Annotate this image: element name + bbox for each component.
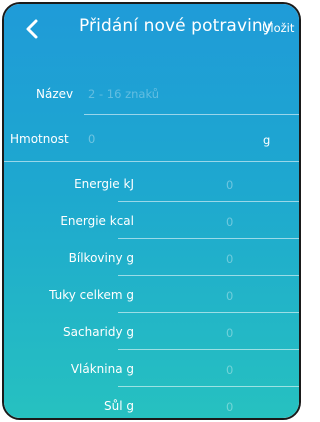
nutrient-input[interactable]: 0 (226, 363, 233, 377)
nutrient-label: Vláknina g (70, 362, 134, 376)
name-label: Název (36, 87, 74, 101)
add-food-screen: Přidání nové potraviny Uložit Název 2 - … (4, 4, 299, 418)
chevron-left-icon (26, 19, 38, 39)
nutrient-label: Tuky celkem g (49, 288, 134, 302)
name-underline (84, 114, 299, 115)
nutrient-input[interactable]: 0 (226, 400, 233, 414)
nutrient-label: Bílkoviny g (68, 251, 134, 265)
header: Přidání nové potraviny Uložit (4, 4, 299, 52)
nutrient-underline (118, 349, 299, 350)
nutrient-underline (118, 201, 299, 202)
nutrient-underline (118, 238, 299, 239)
nutrient-input[interactable]: 0 (226, 252, 233, 266)
nutrient-label: Sůl g (104, 399, 134, 413)
page-title: Přidání nové potraviny (79, 16, 273, 36)
nutrient-label: Energie kcal (60, 214, 134, 228)
phone-frame: Přidání nové potraviny Uložit Název 2 - … (2, 2, 301, 420)
weight-label: Hmotnost (10, 132, 69, 146)
weight-input[interactable]: 0 (88, 132, 95, 146)
weight-unit: g (263, 133, 271, 147)
back-button[interactable] (22, 18, 44, 40)
nutrient-underline (118, 386, 299, 387)
nutrient-label: Sacharidy g (63, 325, 134, 339)
nutrient-label: Energie kJ (74, 177, 134, 191)
nutrient-underline (118, 275, 299, 276)
nutrient-underline (118, 312, 299, 313)
save-button[interactable]: Uložit (262, 21, 294, 35)
nutrient-input[interactable]: 0 (226, 289, 233, 303)
nutrient-input[interactable]: 0 (226, 178, 233, 192)
name-input[interactable]: 2 - 16 znaků (88, 87, 159, 101)
nutrient-input[interactable]: 0 (226, 215, 233, 229)
weight-underline (4, 161, 299, 162)
nutrient-input[interactable]: 0 (226, 326, 233, 340)
